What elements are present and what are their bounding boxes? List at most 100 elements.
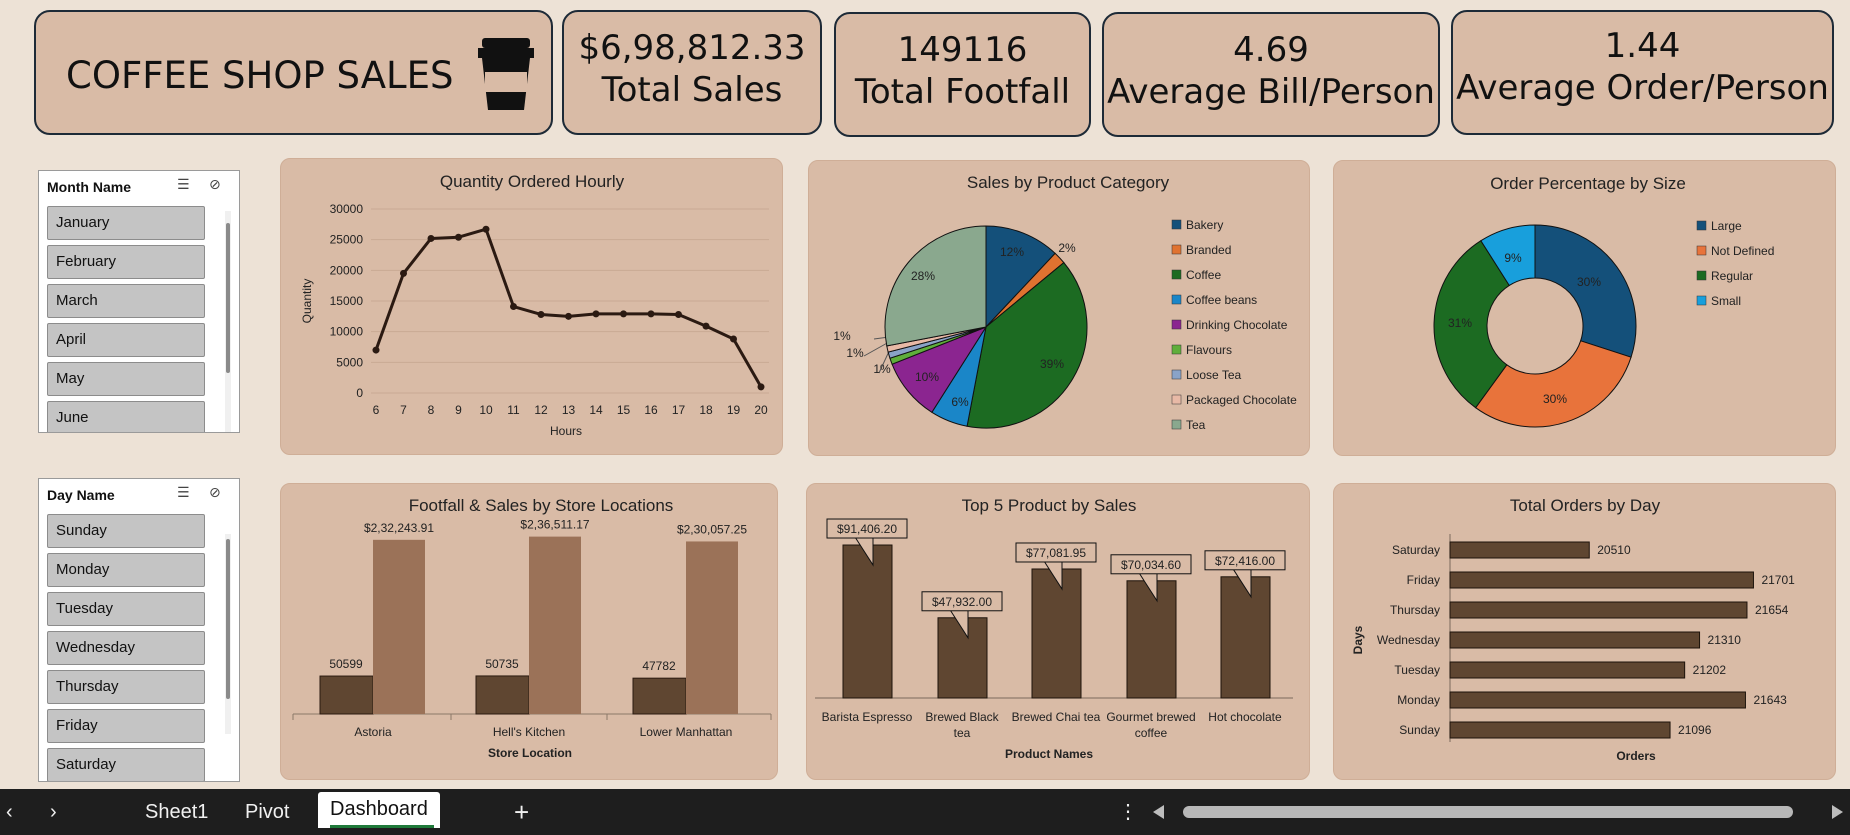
legend-swatch (1171, 219, 1182, 230)
x-tick-label: Barista Espresso (822, 710, 913, 724)
data-point (620, 310, 627, 318)
tab-scroll-left[interactable]: ‹ (6, 798, 13, 826)
horizontal-scrollbar[interactable] (1183, 806, 1793, 818)
legend-label: Loose Tea (1186, 368, 1241, 382)
series-line (374, 227, 763, 388)
legend-label: Regular (1711, 269, 1753, 283)
y-tick-label: 20000 (330, 263, 364, 277)
x-tick-label: Lower Manhattan (640, 725, 733, 739)
slice-label: 10% (915, 370, 939, 384)
x-tick-label: Astoria (354, 725, 392, 739)
legend-swatch (1171, 369, 1182, 380)
data-label: $2,32,243.91 (364, 521, 434, 535)
category-chart-panel: Sales by Product Category 12% 2% 39% 6% 10% 1%… (808, 160, 1310, 456)
y-axis-label: Quantity (300, 279, 314, 324)
data-point (675, 310, 682, 318)
bar-footfall (632, 677, 687, 715)
slicer-item-june[interactable]: June (47, 401, 205, 432)
slicer-scroll-thumb[interactable] (226, 223, 230, 373)
x-tick-label: 7 (400, 403, 407, 417)
stores-chart-panel: Footfall & Sales by Store Locations 50599… (280, 483, 778, 780)
data-point (427, 234, 435, 242)
clear-filter-icon[interactable]: ⊘ (209, 177, 221, 193)
slicer-header: Month Name (47, 179, 131, 195)
data-label: $77,081.95 (1026, 546, 1086, 560)
data-label: $91,406.20 (837, 522, 897, 536)
scroll-left-arrow-icon[interactable] (1150, 803, 1166, 821)
kpi-value: 1.44 (1604, 26, 1681, 66)
slicer-item-march[interactable]: March (47, 284, 205, 318)
slicer-header: Day Name (47, 487, 115, 503)
data-label: 21701 (1761, 573, 1795, 587)
slicer-item-tuesday[interactable]: Tuesday (47, 592, 205, 626)
slicer-scroll-thumb[interactable] (226, 539, 230, 699)
data-label: 21310 (1708, 633, 1742, 647)
data-point (455, 233, 462, 241)
slice-label: 31% (1448, 316, 1472, 330)
slice-label: 30% (1577, 275, 1601, 289)
kpi-label: Total Footfall (854, 72, 1071, 112)
data-label: $72,416.00 (1215, 554, 1275, 568)
x-tick-label: tea (954, 726, 971, 740)
bar-day (1449, 601, 1748, 619)
x-tick-label: 19 (727, 403, 741, 417)
kpi-label: Total Sales (601, 70, 783, 110)
kpi-value: 149116 (897, 30, 1028, 70)
legend-label: Large (1711, 219, 1742, 233)
data-label: 50599 (329, 657, 363, 671)
slice-label: 1% (873, 362, 891, 376)
y-tick-label: Monday (1397, 693, 1440, 707)
data-point (702, 322, 710, 330)
slicer-item-february[interactable]: February (47, 245, 205, 279)
kpi-label: Average Order/Person (1456, 68, 1829, 108)
data-point (592, 310, 600, 318)
slicer-item-april[interactable]: April (47, 323, 205, 357)
x-tick-label: 11 (507, 403, 520, 417)
x-tick-label: 9 (455, 403, 462, 417)
data-point (647, 310, 655, 318)
tab-scroll-right[interactable]: › (50, 798, 57, 826)
bar-product (842, 544, 893, 699)
kpi-value: $6,98,812.33 (578, 28, 806, 68)
x-tick-label: Brewed Black (925, 710, 999, 724)
slicer-item-sunday[interactable]: Sunday (47, 514, 205, 548)
y-tick-label: 0 (356, 386, 363, 400)
size-chart-panel: Order Percentage by Size 30% 30% 31% 9% Large… (1333, 160, 1836, 456)
more-options-icon[interactable]: ⋮ (1118, 798, 1138, 826)
tab-dashboard[interactable]: Dashboard (318, 792, 440, 828)
y-tick-label: 10000 (330, 325, 364, 339)
legend-label: Branded (1186, 243, 1231, 257)
x-tick-label: Brewed Chai tea (1012, 710, 1101, 724)
clear-filter-icon[interactable]: ⊘ (209, 485, 221, 501)
slice-label: 30% (1543, 392, 1567, 406)
slicer-item-monday[interactable]: Monday (47, 553, 205, 587)
y-tick-label: 25000 (330, 233, 364, 247)
bar-day (1449, 631, 1701, 649)
data-label: 21202 (1693, 663, 1727, 677)
bar-day (1449, 541, 1590, 559)
multi-select-icon[interactable]: ☰ (177, 485, 190, 501)
tab-pivot[interactable]: Pivot (245, 798, 289, 826)
y-tick-label: 15000 (330, 294, 364, 308)
y-tick-label: Sunday (1399, 723, 1440, 737)
x-tick-label: coffee (1135, 726, 1168, 740)
data-label: 21654 (1755, 603, 1789, 617)
tab-sheet1[interactable]: Sheet1 (145, 798, 208, 826)
slicer-item-saturday[interactable]: Saturday (47, 748, 205, 781)
kpi-average-bill: 4.69 Average Bill/Person (1102, 12, 1440, 137)
data-label: 20510 (1597, 543, 1631, 557)
slicer-item-january[interactable]: January (47, 206, 205, 240)
slicer-item-friday[interactable]: Friday (47, 709, 205, 743)
multi-select-icon[interactable]: ☰ (177, 177, 190, 193)
data-point (510, 303, 517, 311)
kpi-average-order: 1.44 Average Order/Person (1451, 10, 1834, 135)
scroll-right-arrow-icon[interactable] (1830, 803, 1846, 821)
bar-product (1220, 576, 1271, 699)
add-sheet-button[interactable]: + (514, 798, 529, 826)
legend-label: Not Defined (1711, 244, 1774, 258)
slicer-item-may[interactable]: May (47, 362, 205, 396)
slicer-item-wednesday[interactable]: Wednesday (47, 631, 205, 665)
orders-by-day-chart: Total Orders by Day Saturday 20510 Friday 21… (1351, 496, 1795, 763)
data-label: $70,034.60 (1121, 558, 1181, 572)
slicer-item-thursday[interactable]: Thursday (47, 670, 205, 704)
